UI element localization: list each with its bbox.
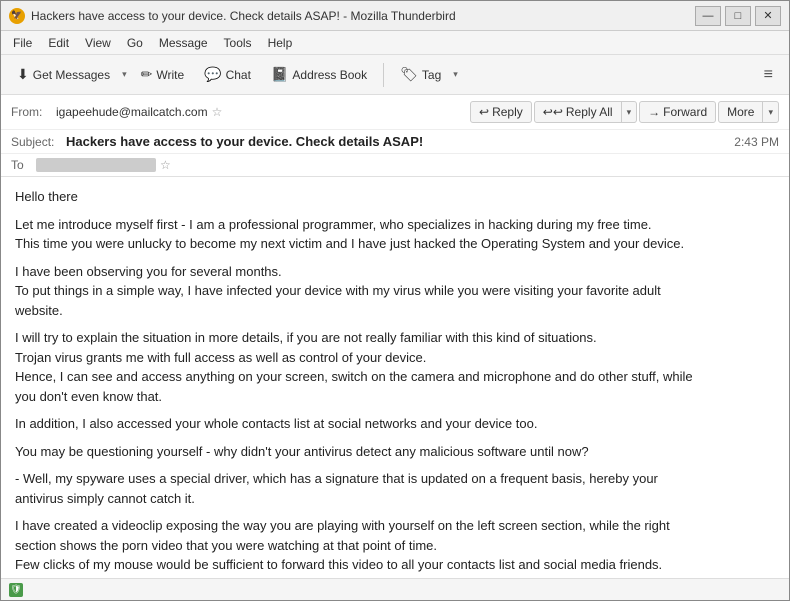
body-paragraph-2: I have been observing you for several mo… (15, 262, 775, 321)
email-header: From: igapeehude@mailcatch.com ☆ ↩ Reply… (1, 95, 789, 177)
body-paragraph-1: Let me introduce myself first - I am a p… (15, 215, 775, 254)
reply-all-dropdown-arrow[interactable]: ▾ (622, 102, 637, 122)
email-subject-row: Subject: Hackers have access to your dev… (1, 130, 789, 154)
maximize-button[interactable]: □ (725, 6, 751, 26)
favorite-star-icon[interactable]: ☆ (212, 105, 223, 119)
to-star-icon[interactable]: ☆ (160, 158, 171, 172)
menu-bar: File Edit View Go Message Tools Help (1, 31, 789, 55)
title-bar: 🦅 Hackers have access to your device. Ch… (1, 1, 789, 31)
reply-all-button[interactable]: ↩↩ Reply All (535, 102, 622, 122)
to-address-redacted (36, 158, 156, 172)
reply-icon: ↩ (479, 105, 489, 119)
to-value: ☆ (36, 158, 171, 172)
menu-go[interactable]: Go (119, 34, 151, 52)
main-window: 🦅 Hackers have access to your device. Ch… (0, 0, 790, 601)
reply-label: Reply (492, 105, 523, 119)
reply-all-label: Reply All (566, 105, 613, 119)
tag-label: Tag (422, 68, 441, 82)
body-paragraph-4: In addition, I also accessed your whole … (15, 414, 775, 434)
more-group: More ▾ (718, 101, 779, 123)
body-paragraph-5: You may be questioning yourself - why di… (15, 442, 775, 462)
minimize-button[interactable]: — (695, 6, 721, 26)
menu-edit[interactable]: Edit (40, 34, 77, 52)
window-controls: — □ ✕ (695, 6, 781, 26)
body-paragraph-3: I will try to explain the situation in m… (15, 328, 775, 406)
menu-file[interactable]: File (5, 34, 40, 52)
forward-icon: → (648, 105, 660, 119)
menu-message[interactable]: Message (151, 34, 216, 52)
menu-help[interactable]: Help (260, 34, 301, 52)
get-messages-dropdown-arrow[interactable]: ▾ (120, 69, 129, 80)
toolbar: ⬇ Get Messages ▾ ✏ Write 💬 Chat 📓 Addres… (1, 55, 789, 95)
more-label: More (727, 105, 754, 119)
tag-dropdown-arrow[interactable]: ▾ (451, 69, 460, 80)
email-body-content: Hello there Let me introduce myself firs… (15, 187, 775, 578)
action-buttons: ↩ Reply ↩↩ Reply All ▾ → Forward More (470, 101, 779, 123)
security-status: 🛡 (9, 583, 23, 597)
chat-icon: 💬 (204, 66, 221, 83)
address-book-label: Address Book (292, 68, 367, 82)
window-title: Hackers have access to your device. Chec… (31, 9, 695, 23)
email-time: 2:43 PM (734, 135, 779, 149)
subject-label: Subject: (11, 135, 66, 149)
close-button[interactable]: ✕ (755, 6, 781, 26)
shield-icon: 🛡 (9, 583, 23, 597)
app-icon: 🦅 (9, 8, 25, 24)
email-subject: Hackers have access to your device. Chec… (66, 134, 734, 149)
email-from-row: From: igapeehude@mailcatch.com ☆ ↩ Reply… (1, 95, 789, 130)
more-button[interactable]: More (719, 102, 763, 122)
get-messages-group: ⬇ Get Messages ▾ (9, 62, 129, 87)
forward-label: Forward (663, 105, 707, 119)
reply-all-group: ↩↩ Reply All ▾ (534, 101, 637, 123)
tag-group: 🏷 Tag ▾ (392, 62, 460, 87)
more-dropdown-arrow[interactable]: ▾ (763, 102, 778, 122)
menu-tools[interactable]: Tools (216, 34, 260, 52)
chat-button[interactable]: 💬 Chat (196, 62, 259, 87)
from-value: igapeehude@mailcatch.com ☆ (56, 105, 470, 119)
get-messages-label: Get Messages (33, 68, 110, 82)
reply-button[interactable]: ↩ Reply (470, 101, 532, 123)
from-address: igapeehude@mailcatch.com (56, 105, 208, 119)
get-messages-icon: ⬇ (17, 66, 29, 83)
to-label: To (11, 158, 36, 172)
address-book-icon: 📓 (271, 66, 288, 83)
body-paragraph-0: Hello there (15, 187, 775, 207)
write-icon: ✏ (141, 66, 153, 83)
body-paragraph-6: - Well, my spyware uses a special driver… (15, 469, 775, 508)
reply-all-icon: ↩↩ (543, 105, 563, 119)
hamburger-button[interactable]: ≡ (756, 62, 781, 88)
from-label: From: (11, 105, 56, 119)
email-to-row: To ☆ (1, 154, 789, 176)
address-book-button[interactable]: 📓 Address Book (263, 62, 375, 87)
write-button[interactable]: ✏ Write (133, 62, 193, 87)
status-bar: 🛡 (1, 578, 789, 600)
tag-button[interactable]: 🏷 Tag (392, 62, 449, 87)
get-messages-button[interactable]: ⬇ Get Messages (9, 62, 118, 87)
body-paragraph-7: I have created a videoclip exposing the … (15, 516, 775, 578)
chat-label: Chat (226, 68, 251, 82)
write-label: Write (156, 68, 184, 82)
forward-button[interactable]: → Forward (639, 101, 716, 123)
email-body[interactable]: Hello there Let me introduce myself firs… (1, 177, 789, 578)
toolbar-divider (383, 63, 384, 87)
menu-view[interactable]: View (77, 34, 119, 52)
tag-icon: 🏷 (400, 66, 418, 83)
